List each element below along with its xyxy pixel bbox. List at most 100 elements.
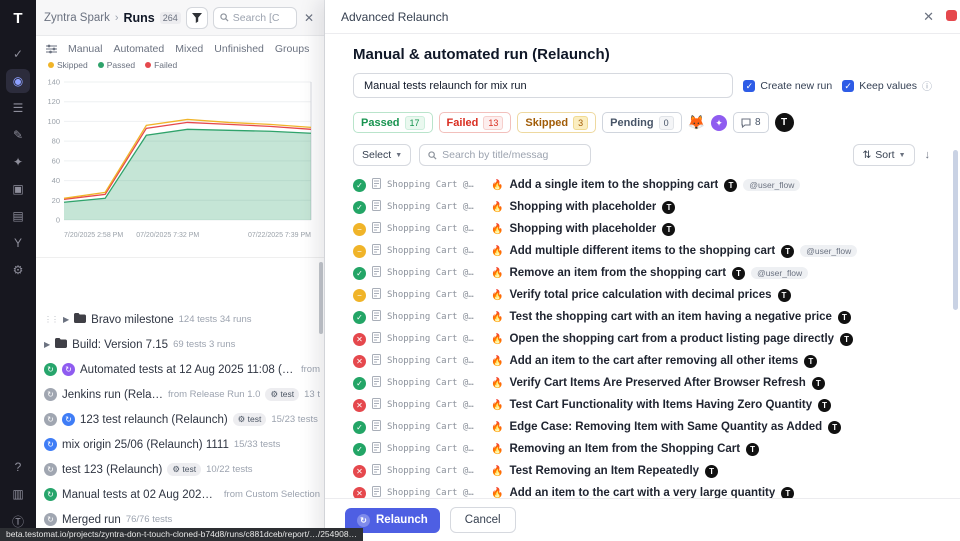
test-title[interactable]: Test Cart Functionality with Items Havin… — [509, 399, 812, 411]
test-tag[interactable]: @user_flow — [743, 179, 800, 191]
tree-row[interactable]: 123 test relaunch (Relaunch) ⚙ test 15/2… — [36, 407, 324, 432]
comments-filter-chip[interactable]: 8 — [733, 112, 769, 133]
runs-search-input[interactable]: Search [C — [213, 7, 297, 29]
create-new-run-checkbox[interactable]: Create new run — [743, 80, 832, 92]
sort-button[interactable]: ⇅ Sort ▼ — [853, 144, 914, 166]
emoji-filter-icon[interactable]: 🦊 — [688, 114, 705, 131]
relaunch-run-icon — [44, 513, 57, 526]
test-row[interactable]: Shopping Cart @… 🔥 Test Cart Functionali… — [353, 394, 932, 416]
keep-values-checkbox[interactable]: Keep values ⓘ — [842, 78, 932, 93]
legend-item: Passed — [98, 60, 135, 70]
tree-row[interactable]: Jenkins run (Relaunch) from Release Run … — [36, 382, 324, 407]
arrow-down-icon[interactable]: ↓ — [923, 149, 933, 161]
test-row[interactable]: Shopping Cart @… 🔥 Edge Case: Removing I… — [353, 416, 932, 438]
assignee-avatar: T — [828, 421, 841, 434]
settings-icon[interactable]: ⚙ — [6, 258, 30, 282]
status-chip[interactable]: Skipped 3 — [517, 112, 596, 133]
test-row[interactable]: Shopping Cart @… 🔥 Add an item to the ca… — [353, 350, 932, 372]
filter-button[interactable] — [186, 7, 208, 29]
checks-icon[interactable]: ✓ — [6, 42, 30, 66]
chevron-right-icon[interactable]: ▶ — [63, 315, 69, 324]
compose-icon[interactable]: ✎ — [6, 123, 30, 147]
tree-row[interactable]: ⋮⋮ ▶ Bravo milestone 124 tests 34 runs — [36, 307, 324, 332]
gallery-icon[interactable]: ▤ — [6, 204, 30, 228]
runs-tab[interactable]: Automated — [113, 43, 164, 55]
breadcrumb-project[interactable]: Zyntra Spark — [44, 12, 110, 24]
svg-text:40: 40 — [52, 176, 60, 185]
ai-filter-icon[interactable]: ✦ — [711, 115, 727, 131]
assignee-avatar: T — [840, 333, 853, 346]
export-icon[interactable]: ▣ — [6, 177, 30, 201]
close-icon[interactable]: ✕ — [919, 9, 944, 25]
status-chip[interactable]: Pending 0 — [602, 112, 681, 133]
assignee-avatar[interactable]: T — [775, 113, 794, 132]
sort-arrows-icon: ⇅ — [862, 149, 871, 161]
library-icon[interactable]: ▥ — [6, 482, 30, 506]
test-suite-path: Shopping Cart @… — [387, 202, 485, 212]
test-title[interactable]: Removing an Item from the Shopping Cart — [509, 443, 740, 455]
select-dropdown[interactable]: Select ▼ — [353, 144, 411, 166]
test-row[interactable]: Shopping Cart @… 🔥 Test the shopping car… — [353, 306, 932, 328]
cancel-button[interactable]: Cancel — [450, 507, 516, 533]
test-tag[interactable]: @user_flow — [751, 267, 808, 279]
test-row[interactable]: Shopping Cart @… 🔥 Shopping with placeho… — [353, 218, 932, 240]
queries-icon[interactable]: ☰ — [6, 96, 30, 120]
test-doc-icon — [372, 198, 381, 216]
pulse-icon[interactable]: ✦ — [6, 150, 30, 174]
tree-row[interactable]: mix origin 25/06 (Relaunch) 1111 15/33 t… — [36, 432, 324, 457]
test-row[interactable]: Shopping Cart @… 🔥 Test Removing an Item… — [353, 460, 932, 482]
test-title[interactable]: Add an item to the cart after removing a… — [509, 355, 798, 367]
test-title[interactable]: Add an item to the cart with a very larg… — [509, 487, 775, 498]
test-search-input[interactable]: Search by title/messag — [419, 144, 591, 166]
run-name-input[interactable] — [353, 73, 733, 98]
runs-tab[interactable]: Manual — [68, 43, 102, 55]
test-title[interactable]: Open the shopping cart from a product li… — [509, 333, 834, 345]
test-title[interactable]: Verify Cart Items Are Preserved After Br… — [509, 377, 805, 389]
chart-legend: Skipped Passed Failed — [36, 60, 324, 72]
test-row[interactable]: Shopping Cart @… 🔥 Add an item to the ca… — [353, 482, 932, 498]
test-row[interactable]: Shopping Cart @… 🔥 Verify total price ca… — [353, 284, 932, 306]
tree-row[interactable]: ▶ Build: Version 7.15 69 tests 3 runs — [36, 332, 324, 357]
svg-text:140: 140 — [47, 78, 60, 87]
test-title[interactable]: Test Removing an Item Repeatedly — [509, 465, 699, 477]
test-title[interactable]: Shopping with placeholder — [509, 201, 656, 213]
runs-icon[interactable]: ◉ — [6, 69, 30, 93]
test-title[interactable]: Test the shopping cart with an item havi… — [509, 311, 832, 323]
test-row[interactable]: Shopping Cart @… 🔥 Removing an Item from… — [353, 438, 932, 460]
test-title[interactable]: Edge Case: Removing Item with Same Quant… — [509, 421, 822, 433]
test-row[interactable]: Shopping Cart @… 🔥 Verify Cart Items Are… — [353, 372, 932, 394]
runs-tab[interactable]: Unfinished — [214, 43, 264, 55]
chevron-down-icon: ▼ — [899, 152, 906, 159]
help-icon[interactable]: ? — [6, 455, 30, 479]
panel-scrollbar[interactable] — [319, 262, 323, 334]
test-title[interactable]: Remove an item from the shopping cart — [509, 267, 726, 279]
runs-panel-header: Zyntra Spark › Runs 264 Search [C ✕ — [36, 0, 324, 36]
runs-tab[interactable]: Groups — [275, 43, 309, 55]
test-title[interactable]: Verify total price calculation with deci… — [509, 289, 771, 301]
test-title[interactable]: Add multiple different items to the shop… — [509, 245, 775, 257]
close-icon[interactable]: ✕ — [302, 11, 316, 25]
drag-handle-icon[interactable]: ⋮⋮ — [44, 315, 58, 324]
branches-icon[interactable]: Y — [6, 231, 30, 255]
test-row[interactable]: Shopping Cart @… 🔥 Remove an item from t… — [353, 262, 932, 284]
tree-row[interactable]: Manual tests at 02 Aug 2025 13:38 from C… — [36, 482, 324, 507]
status-chip[interactable]: Failed 13 — [439, 112, 512, 133]
test-row[interactable]: Shopping Cart @… 🔥 Add a single item to … — [353, 174, 932, 196]
test-title[interactable]: Shopping with placeholder — [509, 223, 656, 235]
status-icon — [353, 267, 366, 280]
test-row[interactable]: Shopping Cart @… 🔥 Shopping with placeho… — [353, 196, 932, 218]
tree-row[interactable]: Automated tests at 12 Aug 2025 11:08 (Re… — [36, 357, 324, 382]
overlay-scrollbar[interactable] — [953, 150, 958, 310]
status-chip[interactable]: Passed 17 — [353, 112, 433, 133]
test-row[interactable]: Shopping Cart @… 🔥 Open the shopping car… — [353, 328, 932, 350]
relaunch-run-icon — [44, 413, 57, 426]
tree-row[interactable]: test 123 (Relaunch) ⚙ test 10/22 tests — [36, 457, 324, 482]
runs-tab[interactable]: Mixed — [175, 43, 203, 55]
chevron-right-icon[interactable]: ▶ — [44, 340, 50, 349]
test-tag[interactable]: @user_flow — [800, 245, 857, 257]
fire-emoji: 🔥 — [491, 488, 503, 499]
test-suite-path: Shopping Cart @… — [387, 224, 485, 234]
sliders-icon[interactable] — [46, 44, 57, 54]
test-title[interactable]: Add a single item to the shopping cart — [509, 179, 718, 191]
test-row[interactable]: Shopping Cart @… 🔥 Add multiple differen… — [353, 240, 932, 262]
